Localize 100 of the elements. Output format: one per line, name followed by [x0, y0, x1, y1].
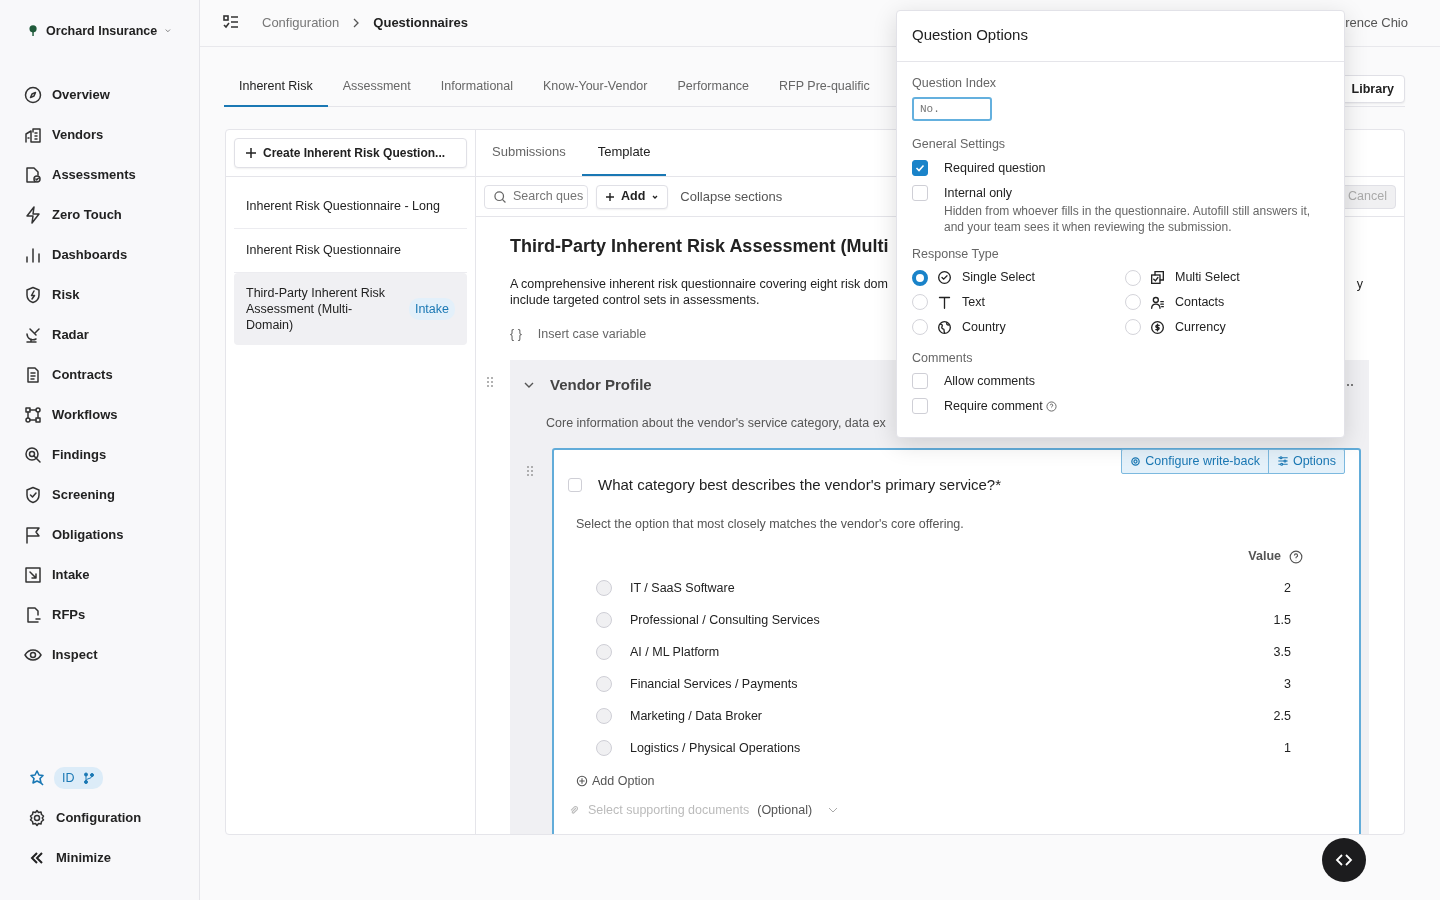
braces-glyph: { } [510, 326, 522, 343]
org-name[interactable]: Orchard Insurance [46, 22, 158, 41]
tab[interactable]: Assessment [327, 77, 426, 107]
collapse-link[interactable]: Collapse sections [680, 186, 783, 207]
options-button[interactable]: Options [1267, 450, 1344, 473]
sidebar-item[interactable]: Radar [0, 314, 199, 355]
radar-icon [24, 325, 42, 344]
sidebar-item[interactable]: Findings [0, 434, 199, 475]
search-field[interactable]: Search ques [484, 184, 588, 209]
template-description: y [1356, 276, 1363, 293]
checkbox-label[interactable]: Allow comments [944, 374, 1035, 389]
magnifier-icon [24, 445, 42, 464]
write-back-button[interactable]: Configure write-back [1122, 450, 1268, 473]
bar-chart-icon [24, 245, 42, 264]
sidebar-item[interactable]: Minimize [0, 838, 199, 878]
user-name[interactable]: rence Chio [1345, 13, 1408, 33]
documents-select[interactable]: Select supporting documents (Optional) [568, 800, 839, 820]
shield-icon [24, 285, 42, 304]
radio-label[interactable]: Multi Select [1175, 268, 1240, 287]
option-label: IT / SaaS Software [630, 579, 735, 597]
drag-handle-icon[interactable] [526, 464, 534, 477]
section-title: Vendor Profile [550, 374, 652, 395]
add-button[interactable]: Add [596, 184, 669, 209]
breadcrumb-link[interactable]: Questionnaires [373, 13, 468, 33]
checkbox-label[interactable]: Require comment [944, 399, 1043, 413]
sidebar-item[interactable]: RFPs [0, 594, 199, 635]
tab[interactable]: Template [581, 130, 667, 176]
globe-icon [937, 319, 952, 335]
sidebar-item[interactable]: Dashboards [0, 234, 199, 275]
question-text: What category best describes the vendor's primary service?* [598, 475, 1002, 495]
question-help: Select the option that most closely matches the vendor's core offering. [576, 515, 965, 533]
option-label: Professional / Consulting Services [630, 611, 820, 629]
checkmark-icon [915, 163, 925, 173]
document-corner-icon [24, 605, 42, 624]
shield-check-icon [24, 485, 42, 504]
radio-label[interactable]: Single Select [962, 268, 1035, 287]
coin-icon [1150, 319, 1165, 335]
create-button[interactable]: Create Inherent Risk Question... [234, 138, 467, 168]
index-field[interactable]: No. [912, 97, 992, 122]
building-icon [24, 125, 42, 144]
code-button[interactable] [1322, 838, 1366, 882]
sidebar-item[interactable]: Configuration [0, 798, 199, 838]
option-value: 2 [1284, 579, 1291, 597]
radio-label[interactable]: Currency [1175, 317, 1226, 337]
sidebar-item[interactable]: Vendors [0, 114, 199, 155]
checkbox[interactable] [912, 160, 928, 176]
tab[interactable]: Know-Your-Vendor [528, 77, 663, 107]
template-description: A comprehensive inherent risk questionnaire covering eight risk dom include targeted control sets in assessments. [510, 276, 888, 308]
option-value: 3.5 [1273, 643, 1291, 661]
gear-icon [28, 809, 46, 827]
option-value: 1 [1284, 739, 1291, 757]
questionnaire-item[interactable]: Third-Party Inherent Risk Assessment (Multi-Domain) Intake [234, 273, 467, 345]
sidebar-item[interactable]: Overview [0, 74, 199, 115]
tab[interactable]: Inherent Risk [224, 77, 328, 107]
questionnaire-item[interactable]: Inherent Risk Questionnaire - Long [234, 185, 467, 229]
section-description: Core information about the vendor's service category, data ex [546, 415, 886, 433]
section-heading: Comments [912, 349, 974, 367]
popover-title: Question Options [897, 11, 1344, 62]
sidebar-item[interactable]: Risk [0, 274, 199, 315]
plus-circle-icon [576, 775, 588, 788]
radio-label[interactable]: Contacts [1175, 293, 1225, 312]
option-value: 2.5 [1273, 707, 1291, 725]
tab[interactable]: Submissions [476, 130, 582, 176]
document-check-icon [24, 165, 42, 184]
checkbox-label[interactable]: Internal only [944, 185, 1013, 200]
sidebar-item[interactable]: Workflows [0, 394, 199, 435]
sidebar-item[interactable]: Zero Touch [0, 194, 199, 235]
sparkle-icon [28, 769, 46, 787]
plus-icon [245, 147, 257, 159]
drag-handle-icon[interactable] [486, 376, 494, 389]
section-heading: Question Index [912, 74, 998, 92]
sidebar-item[interactable]: Assessments [0, 154, 199, 195]
flag-icon [24, 525, 42, 544]
sidebar-item[interactable]: Obligations [0, 514, 199, 555]
stacked-squares-icon [1150, 270, 1165, 286]
add-option-link[interactable]: Add Option [576, 772, 1339, 791]
document-icon [24, 365, 42, 384]
chevron-down-icon [828, 807, 839, 814]
radio-label[interactable]: Text [962, 293, 985, 312]
option-value: 1.5 [1273, 611, 1291, 629]
sidebar-item[interactable]: Inspect [0, 634, 199, 675]
compass-icon [24, 85, 42, 104]
tab[interactable]: Performance [662, 77, 765, 107]
insert-variable-link[interactable]: Insert case variable [537, 325, 647, 344]
sidebar-item[interactable]: Contracts [0, 354, 199, 395]
sliders-icon [1276, 455, 1289, 468]
checkbox-label[interactable]: Required question [944, 161, 1046, 175]
option-label: Marketing / Data Broker [630, 707, 762, 725]
paperclip-icon [568, 804, 580, 817]
template-title: Third-Party Inherent Risk Assessment (Multi [510, 235, 889, 258]
sidebar-item[interactable]: Screening [0, 474, 199, 515]
option-value: 3 [1284, 675, 1291, 693]
tab[interactable]: RFP Pre-qualific [764, 77, 870, 107]
tab[interactable]: Informational [425, 77, 528, 107]
radio-label[interactable]: Country [962, 317, 1006, 337]
caret-icon [651, 193, 660, 200]
sidebar-item[interactable]: Intake [0, 554, 199, 595]
chevron-down-icon[interactable] [524, 380, 534, 390]
radio-button[interactable] [912, 269, 928, 286]
breadcrumb-link[interactable]: Configuration [262, 13, 340, 33]
